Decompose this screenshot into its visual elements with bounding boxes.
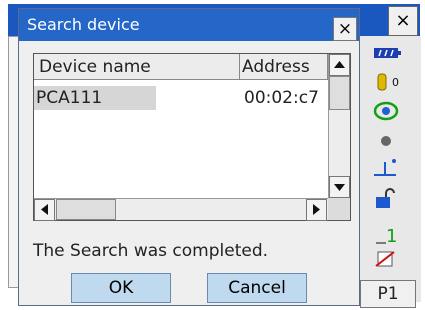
prism-icon bbox=[372, 156, 402, 178]
device-list[interactable]: Device name Address PCA111 00:02:c7 bbox=[33, 53, 351, 221]
arrow-up-icon bbox=[334, 61, 345, 68]
cancel-button[interactable]: Cancel bbox=[207, 273, 307, 303]
tilt-icon: 0 bbox=[372, 72, 402, 94]
device-address-cell[interactable]: 00:02:c7 bbox=[244, 86, 328, 110]
close-button[interactable]: × bbox=[333, 17, 357, 41]
horizontal-scroll-thumb[interactable] bbox=[56, 199, 116, 220]
lock-icon bbox=[372, 188, 402, 210]
memory-icon bbox=[372, 248, 402, 270]
status-message: The Search was completed. bbox=[33, 241, 269, 261]
ok-button[interactable]: OK bbox=[71, 273, 171, 303]
target-icon bbox=[372, 100, 402, 122]
column-header-device-name[interactable]: Device name bbox=[34, 54, 240, 80]
scroll-up-button[interactable] bbox=[329, 54, 350, 76]
svg-text:1: 1 bbox=[386, 226, 397, 246]
horizontal-scrollbar[interactable] bbox=[34, 198, 328, 221]
scroll-right-button[interactable] bbox=[306, 199, 327, 221]
dialog-titlebar: Search device × bbox=[19, 9, 359, 41]
arrow-left-icon bbox=[41, 204, 48, 215]
scrollbar-corner bbox=[328, 198, 350, 220]
vertical-scroll-thumb[interactable] bbox=[329, 76, 350, 110]
search-device-dialog: Search device × Device name Address PCA1… bbox=[18, 8, 360, 306]
column-header-address[interactable]: Address bbox=[240, 54, 328, 80]
svg-text:0: 0 bbox=[392, 76, 399, 89]
background-close-button[interactable]: × bbox=[388, 6, 418, 36]
arrow-right-icon bbox=[313, 204, 320, 215]
arrow-down-icon bbox=[334, 184, 345, 191]
dialog-title: Search device bbox=[27, 15, 140, 34]
scroll-left-button[interactable] bbox=[34, 199, 55, 221]
vertical-scrollbar[interactable] bbox=[328, 54, 350, 198]
scroll-down-button[interactable] bbox=[329, 176, 350, 198]
input-mode-icon: 1 bbox=[372, 222, 402, 247]
dot-icon bbox=[372, 130, 402, 152]
device-name-cell[interactable]: PCA111 bbox=[34, 86, 156, 110]
p1-softkey[interactable]: P1 bbox=[360, 280, 416, 308]
battery-icon bbox=[372, 44, 402, 66]
